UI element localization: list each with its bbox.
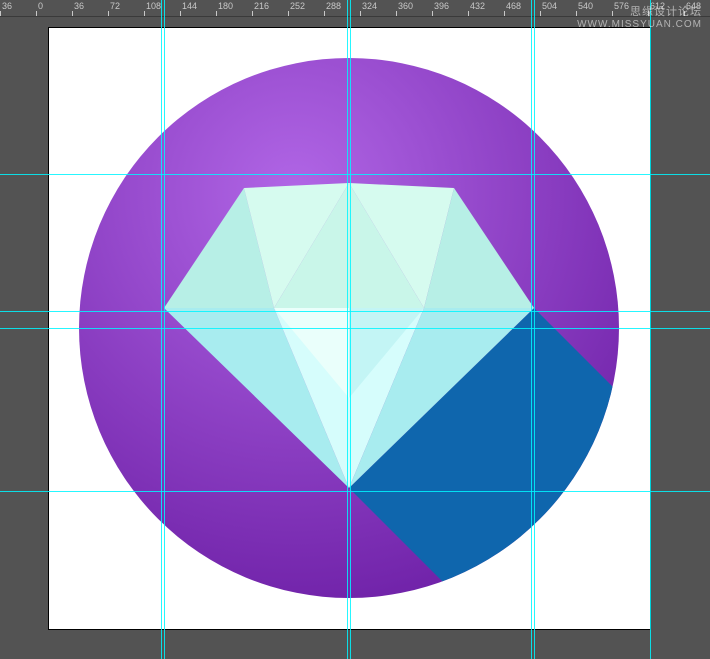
ruler-tick-label: 360	[398, 1, 413, 11]
ruler-tick-label: 216	[254, 1, 269, 11]
ruler-horizontal[interactable]: 3603672108144180216252288324360396432468…	[0, 0, 710, 17]
ruler-tick-label: 180	[218, 1, 233, 11]
canvas-area[interactable]	[0, 16, 710, 659]
ruler-tick-label: 72	[110, 1, 120, 11]
ruler-tick-label: 648	[686, 1, 701, 11]
ruler-tick-label: 396	[434, 1, 449, 11]
artwork-svg	[49, 28, 650, 629]
ruler-tick-label: 288	[326, 1, 341, 11]
ruler-tick-label: 324	[362, 1, 377, 11]
artboard[interactable]	[48, 27, 651, 630]
ruler-tick-label: 468	[506, 1, 521, 11]
ruler-tick-label: 36	[74, 1, 84, 11]
ruler-tick-label: 504	[542, 1, 557, 11]
ruler-tick-label: 36	[2, 1, 12, 11]
ruler-tick-label: 252	[290, 1, 305, 11]
ruler-tick-label: 0	[38, 1, 43, 11]
ruler-tick-label: 432	[470, 1, 485, 11]
ruler-tick-label: 108	[146, 1, 161, 11]
ruler-tick-label: 144	[182, 1, 197, 11]
ruler-tick-label: 576	[614, 1, 629, 11]
ruler-tick-label: 612	[650, 1, 665, 11]
ruler-tick-label: 540	[578, 1, 593, 11]
